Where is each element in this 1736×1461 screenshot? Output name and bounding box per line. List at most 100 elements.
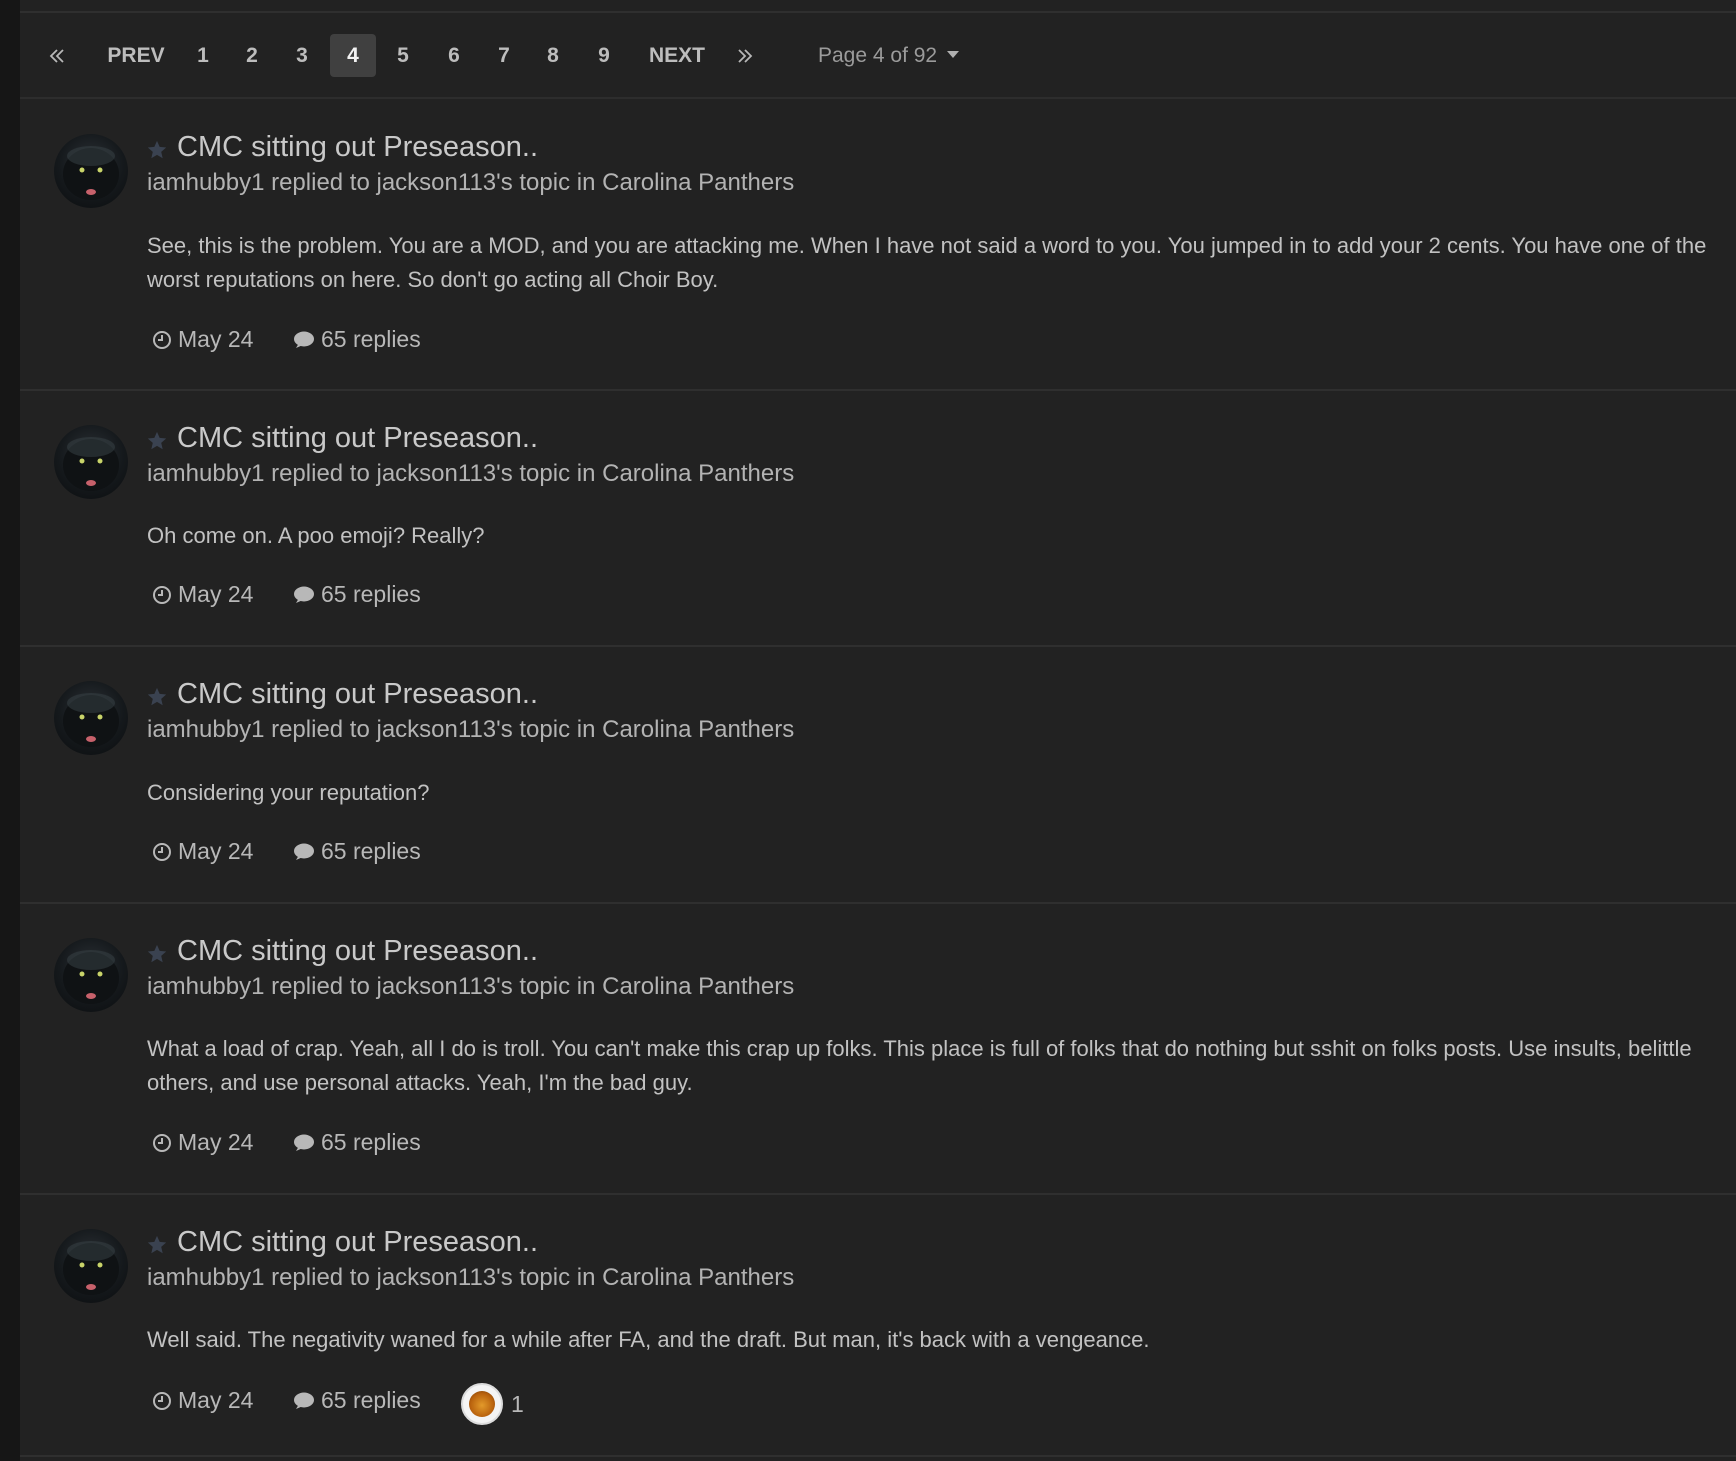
forum-link[interactable]: Carolina Panthers [602, 460, 794, 487]
activity-item: CMC sitting out Preseason.. iamhubby1 re… [20, 904, 1736, 1195]
replies-text: 65 replies [321, 326, 421, 352]
author-link[interactable]: iamhubby1 [147, 460, 264, 487]
reply-count: 65 replies [293, 1129, 421, 1156]
next-page-button[interactable]: NEXT [643, 34, 711, 77]
activity-item: CMC sitting out Preseason.. iamhubby1 re… [20, 647, 1736, 904]
post-date: May 24 [152, 838, 253, 865]
panther-avatar-image [63, 693, 119, 747]
activity-meta: iamhubby1 replied to jackson113's topic … [147, 973, 794, 1001]
activity-item: CMC sitting out Preseason.. iamhubby1 re… [20, 391, 1736, 647]
post-excerpt: What a load of crap. Yeah, all I do is t… [147, 1036, 1692, 1095]
forum-link[interactable]: Carolina Panthers [602, 973, 794, 1000]
reply-count: 65 replies [293, 838, 421, 865]
comment-bubble-icon [294, 843, 314, 860]
date-text: May 24 [178, 838, 254, 864]
author-link[interactable]: iamhubby1 [147, 716, 264, 743]
page-3-button[interactable]: 3 [279, 34, 325, 77]
clock-icon [153, 842, 171, 861]
page-1-button[interactable]: 1 [180, 34, 226, 77]
reaction-mug [469, 1391, 495, 1417]
post-date: May 24 [152, 1129, 253, 1156]
activity-item: CMC sitting out Preseason.. iamhubby1 re… [20, 101, 1736, 391]
panther-avatar-image [63, 1241, 119, 1295]
post-excerpt: Considering your reputation? [147, 780, 430, 805]
first-page-button[interactable] [48, 34, 78, 77]
post-date: May 24 [152, 581, 253, 608]
post-excerpt: See, this is the problem. You are a MOD,… [147, 233, 1707, 292]
avatar[interactable] [54, 1229, 128, 1303]
forum-link[interactable]: Carolina Panthers [602, 1264, 794, 1291]
clock-icon [153, 585, 171, 604]
left-edge-strip [0, 0, 20, 1461]
page-7-button[interactable]: 7 [481, 34, 527, 77]
page-jump-dropdown[interactable]: Page 4 of 92 [818, 34, 960, 77]
in-text: in [570, 973, 603, 1000]
in-text: in [570, 1264, 603, 1291]
author-link[interactable]: iamhubby1 [147, 973, 264, 1000]
topic-title-link[interactable]: CMC sitting out Preseason.. [177, 935, 538, 968]
forum-link[interactable]: Carolina Panthers [602, 716, 794, 743]
page-5-button[interactable]: 5 [380, 34, 426, 77]
reply-count: 65 replies [293, 326, 421, 353]
page-9-button[interactable]: 9 [581, 34, 627, 77]
avatar[interactable] [54, 134, 128, 208]
double-chevron-right-icon [738, 49, 753, 63]
topic-title-link[interactable]: CMC sitting out Preseason.. [177, 131, 538, 164]
star-icon [147, 944, 167, 963]
post-excerpt: Oh come on. A poo emoji? Really? [147, 523, 485, 548]
star-icon [147, 1235, 167, 1254]
topic-title-link[interactable]: CMC sitting out Preseason.. [177, 1226, 538, 1259]
forum-link[interactable]: Carolina Panthers [602, 169, 794, 196]
panther-avatar-image [63, 950, 119, 1004]
beer-reaction-icon[interactable] [461, 1383, 503, 1425]
author-link[interactable]: iamhubby1 [147, 169, 264, 196]
replied-to-text: replied to [264, 460, 377, 487]
reply-count: 65 replies [293, 1387, 421, 1414]
star-icon [147, 140, 167, 159]
date-text: May 24 [178, 1387, 254, 1413]
activity-panel: PREV 1 2 3 4 5 6 7 8 9 NEXT Page 4 of 92 [20, 0, 1736, 1461]
clock-icon [153, 1391, 171, 1410]
reaction-count[interactable]: 1 [511, 1391, 524, 1418]
last-page-button[interactable] [736, 34, 766, 77]
replied-to-text: replied to [264, 1264, 377, 1291]
comment-bubble-icon [294, 331, 314, 348]
topic-title-link[interactable]: CMC sitting out Preseason.. [177, 678, 538, 711]
topic-title-link[interactable]: CMC sitting out Preseason.. [177, 422, 538, 455]
avatar[interactable] [54, 425, 128, 499]
prev-page-button[interactable]: PREV [94, 34, 178, 77]
replies-text: 65 replies [321, 838, 421, 864]
reply-count: 65 replies [293, 581, 421, 608]
page-2-button[interactable]: 2 [229, 34, 275, 77]
caret-down-icon [947, 50, 960, 58]
topic-owner-link[interactable]: jackson113's topic [377, 460, 571, 487]
page-4-button-active[interactable]: 4 [330, 34, 376, 77]
star-icon [147, 687, 167, 706]
clock-icon [153, 330, 171, 349]
post-date: May 24 [152, 326, 253, 353]
topic-owner-link[interactable]: jackson113's topic [377, 973, 571, 1000]
replied-to-text: replied to [264, 716, 377, 743]
topic-owner-link[interactable]: jackson113's topic [377, 1264, 571, 1291]
star-icon [147, 431, 167, 450]
replies-text: 65 replies [321, 581, 421, 607]
activity-meta: iamhubby1 replied to jackson113's topic … [147, 169, 794, 197]
post-excerpt: Well said. The negativity waned for a wh… [147, 1327, 1150, 1352]
panther-avatar-image [63, 146, 119, 200]
topic-owner-link[interactable]: jackson113's topic [377, 169, 571, 196]
replies-text: 65 replies [321, 1129, 421, 1155]
avatar[interactable] [54, 681, 128, 755]
replied-to-text: replied to [264, 169, 377, 196]
in-text: in [570, 169, 603, 196]
date-text: May 24 [178, 581, 254, 607]
activity-meta: iamhubby1 replied to jackson113's topic … [147, 460, 794, 488]
activity-meta: iamhubby1 replied to jackson113's topic … [147, 1264, 794, 1292]
date-text: May 24 [178, 326, 254, 352]
avatar[interactable] [54, 938, 128, 1012]
page-6-button[interactable]: 6 [431, 34, 477, 77]
page-8-button[interactable]: 8 [530, 34, 576, 77]
author-link[interactable]: iamhubby1 [147, 1264, 264, 1291]
activity-item: CMC sitting out Preseason.. iamhubby1 re… [20, 1195, 1736, 1457]
topic-owner-link[interactable]: jackson113's topic [377, 716, 571, 743]
clock-icon [153, 1133, 171, 1152]
